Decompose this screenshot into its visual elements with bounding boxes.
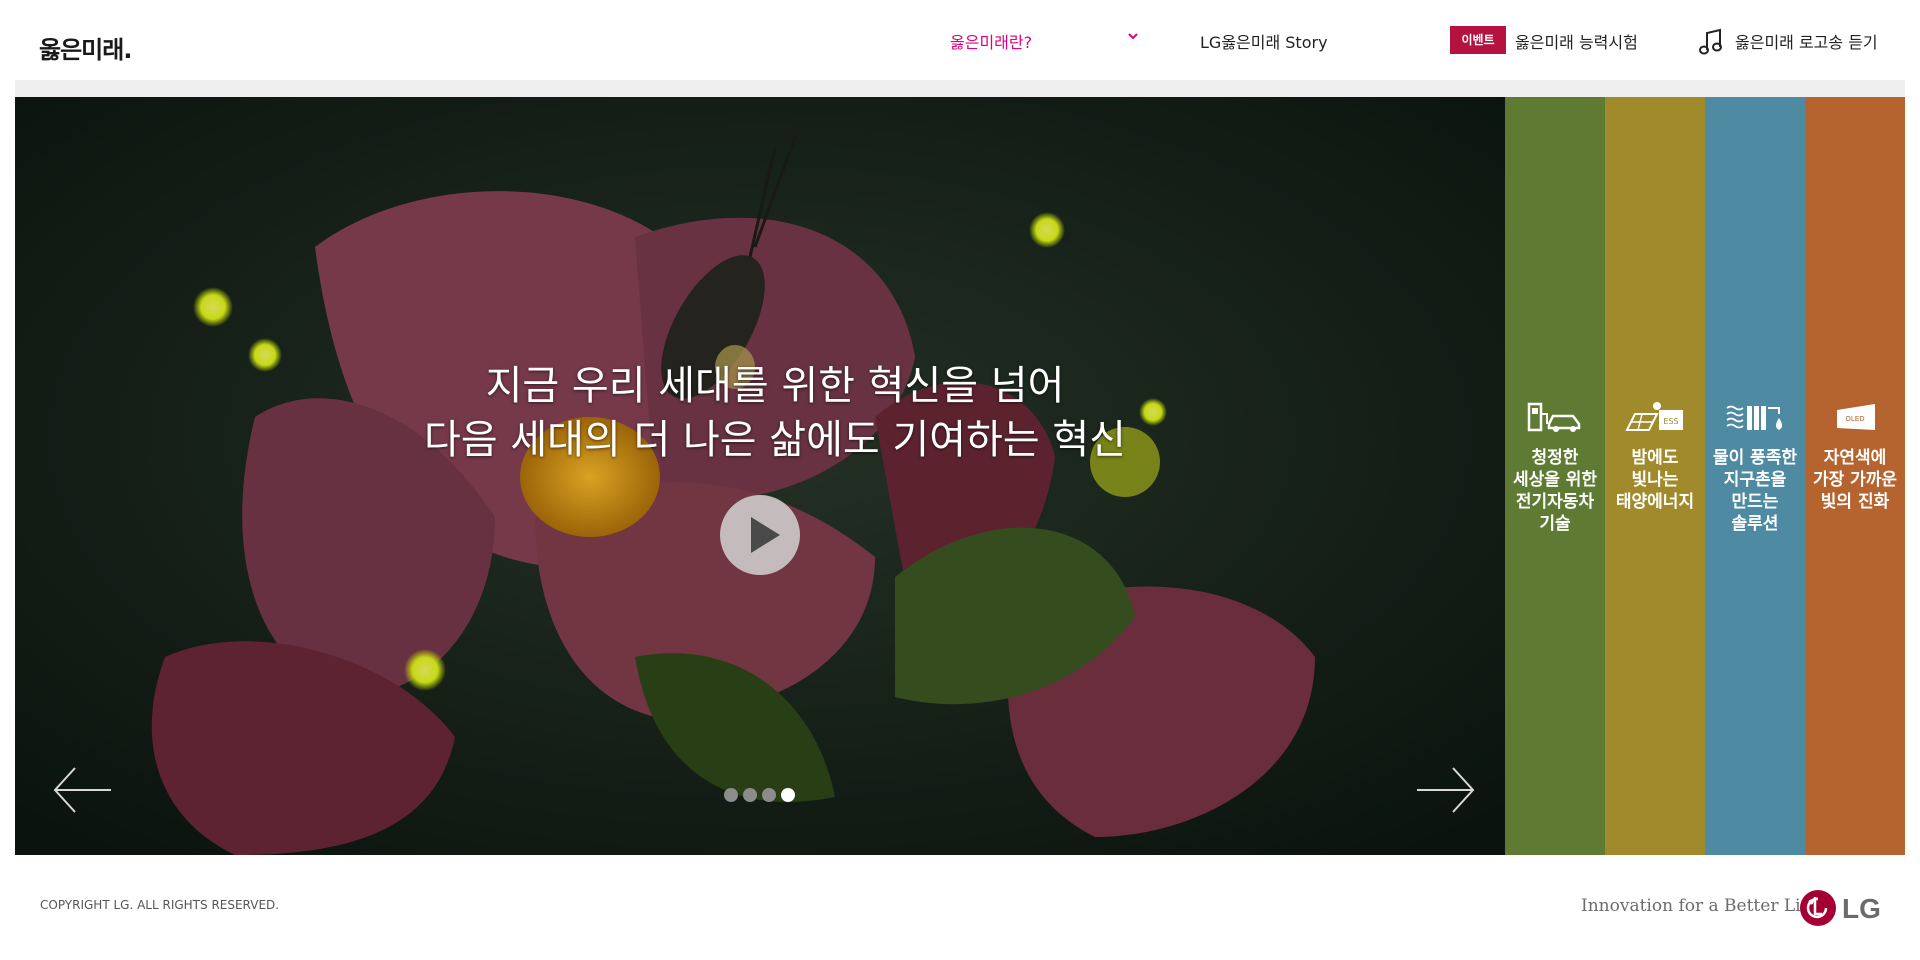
panel-2-line1: 밤에도 bbox=[1631, 448, 1679, 468]
event-badge: 이벤트 bbox=[1450, 26, 1506, 54]
panel-3-line3: 만드는 bbox=[1731, 492, 1779, 512]
play-icon bbox=[751, 517, 780, 553]
nav-event[interactable]: 옳은미래 능력시험 bbox=[1515, 29, 1638, 53]
panel-4-line1: 자연색에 bbox=[1823, 448, 1887, 468]
site-header: 옳은미래. 옳은미래란? LG옳은미래 Story 이벤트 옳은미래 능력시험 … bbox=[0, 0, 1920, 80]
panel-1-line2: 세상을 위한 bbox=[1512, 470, 1598, 490]
slide-dot-3[interactable] bbox=[762, 788, 776, 802]
nav-story[interactable]: LG옳은미래 Story bbox=[1200, 29, 1328, 53]
water-filter-icon bbox=[1726, 405, 1782, 430]
panel-2-line2: 빛나는 bbox=[1631, 470, 1679, 490]
panel-1-line3: 전기자동차 bbox=[1515, 492, 1595, 512]
panel-ev-technology[interactable]: 청정한 세상을 위한 전기자동차 기술 bbox=[1505, 97, 1605, 855]
music-note-icon[interactable] bbox=[1698, 28, 1724, 56]
arrow-left-icon[interactable] bbox=[53, 765, 113, 815]
nav-logo-song[interactable]: 옳은미래 로고송 듣기 bbox=[1735, 29, 1878, 53]
hero-top-strip bbox=[15, 80, 1905, 97]
hero-headline-line2: 다음 세대의 더 나은 삶에도 기여하는 혁신 bbox=[424, 417, 1126, 463]
panel-3-line2: 지구촌을 bbox=[1723, 470, 1787, 490]
slide-dot-2[interactable] bbox=[743, 788, 757, 802]
panel-1-line4: 기술 bbox=[1539, 514, 1571, 534]
slide-dot-1[interactable] bbox=[724, 788, 738, 802]
panel-1-line1: 청정한 bbox=[1531, 448, 1579, 468]
play-video-button[interactable] bbox=[720, 495, 800, 575]
lg-brand-text: LG bbox=[1842, 893, 1881, 924]
footer-slogan: Innovation for a Better Life bbox=[1581, 896, 1817, 916]
ev-charging-icon bbox=[1527, 402, 1581, 432]
arrow-right-icon[interactable] bbox=[1415, 765, 1475, 815]
panel-4-line3: 빛의 진화 bbox=[1820, 492, 1890, 512]
chevron-down-icon[interactable] bbox=[1127, 30, 1139, 42]
svg-text:OLED: OLED bbox=[1845, 415, 1864, 423]
panel-water-solution[interactable]: 물이 풍족한 지구촌을 만드는 솔루션 bbox=[1705, 97, 1805, 855]
panel-oled-light[interactable]: OLED 자연색에 가장 가까운 빛의 진화 bbox=[1805, 97, 1905, 855]
hero-headline: 지금 우리 세대를 위한 혁신을 넘어 다음 세대의 더 나은 삶에도 기여하는… bbox=[415, 359, 1135, 467]
panel-3-line1: 물이 풍족한 bbox=[1712, 448, 1798, 468]
hero-background-image bbox=[15, 97, 1505, 855]
panel-solar-energy[interactable]: ESS 밤에도 빛나는 태양에너지 bbox=[1605, 97, 1705, 855]
panel-4-line2: 가장 가까운 bbox=[1812, 470, 1898, 490]
panel-3-line4: 솔루션 bbox=[1731, 514, 1779, 534]
hero-headline-line1: 지금 우리 세대를 위한 혁신을 넘어 bbox=[485, 363, 1065, 409]
lg-logo[interactable]: LG bbox=[1798, 888, 1882, 928]
svg-text:ESS: ESS bbox=[1663, 417, 1678, 426]
panel-2-line3: 태양에너지 bbox=[1615, 492, 1695, 512]
site-logo[interactable]: 옳은미래. bbox=[39, 30, 132, 65]
solar-ess-icon: ESS bbox=[1625, 402, 1683, 431]
footer-copyright: COPYRIGHT LG. ALL RIGHTS RESERVED. bbox=[40, 898, 280, 912]
hero-slider: 지금 우리 세대를 위한 혁신을 넘어 다음 세대의 더 나은 삶에도 기여하는… bbox=[15, 97, 1505, 855]
slide-dot-4[interactable] bbox=[781, 788, 795, 802]
oled-icon: OLED bbox=[1837, 404, 1875, 430]
nav-about[interactable]: 옳은미래란? bbox=[950, 29, 1032, 53]
